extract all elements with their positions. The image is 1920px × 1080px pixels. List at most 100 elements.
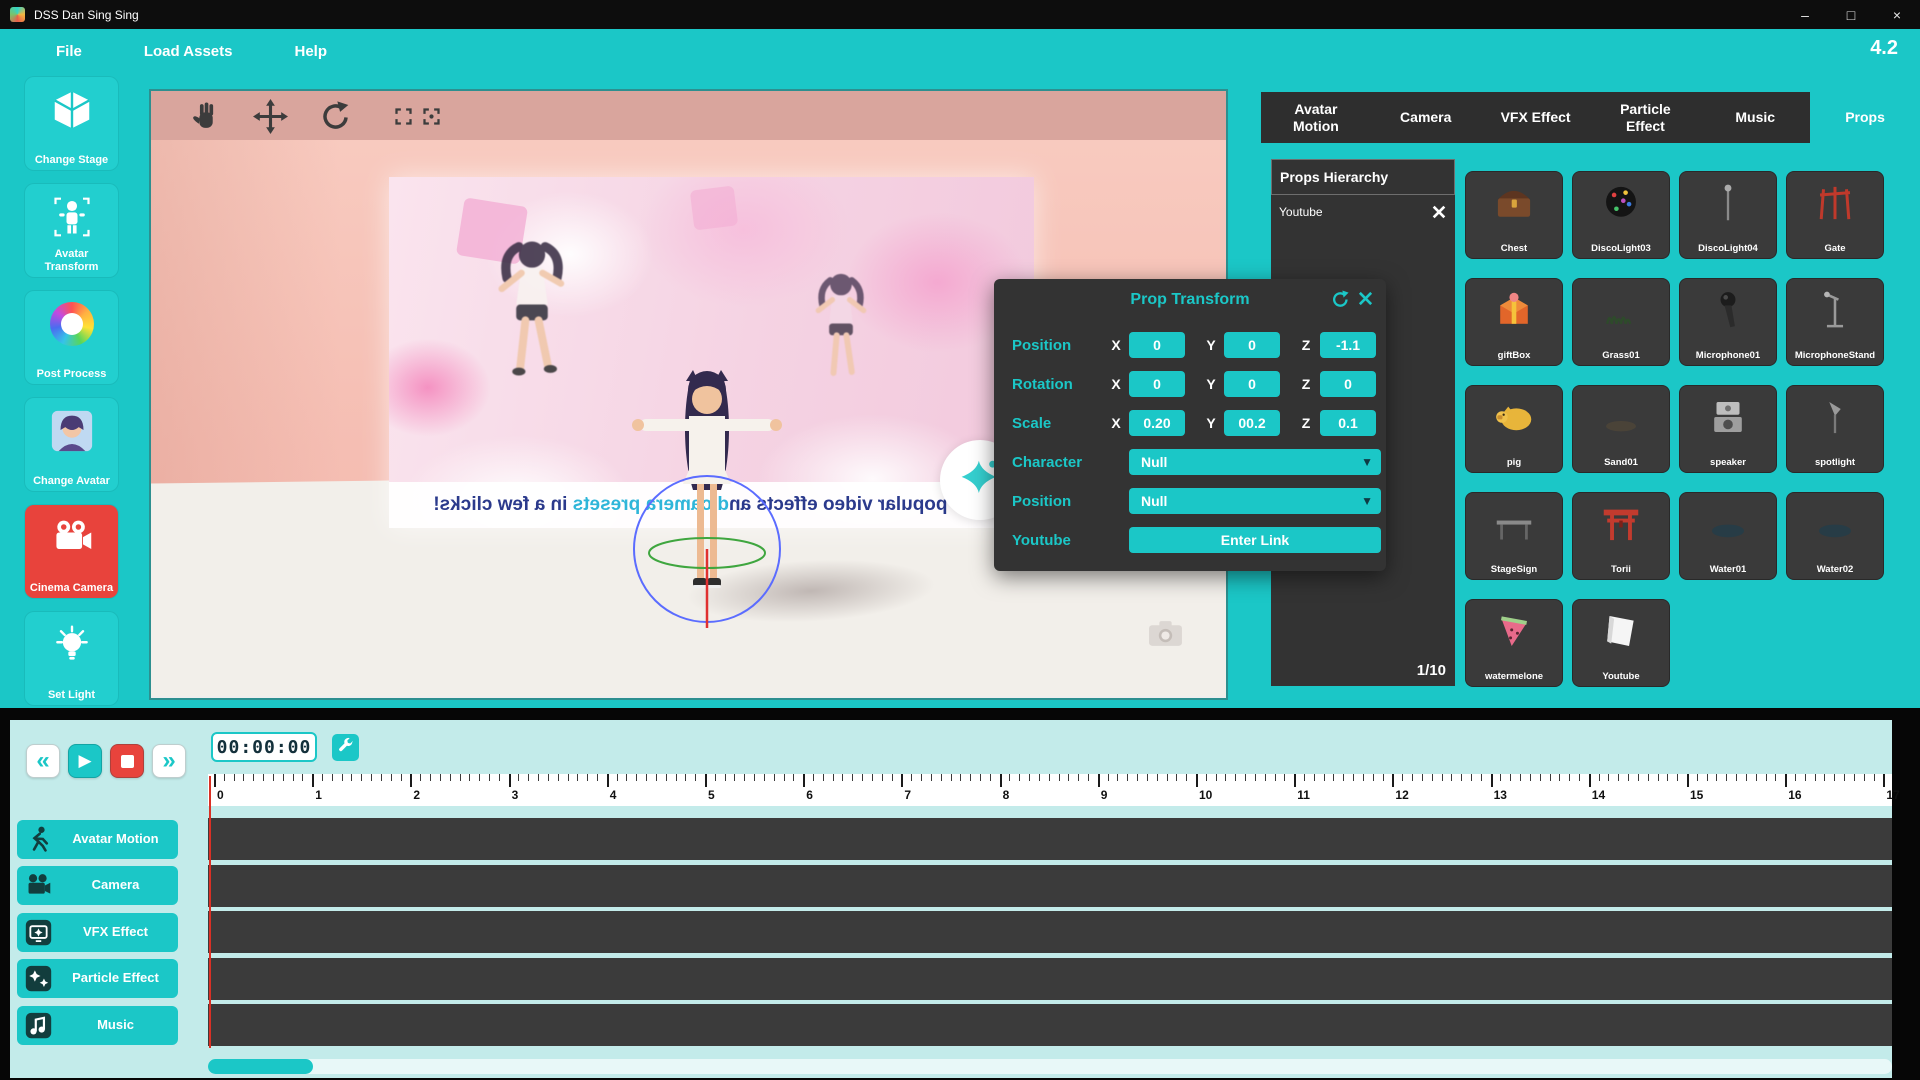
maximize-button[interactable]: □ [1828, 0, 1874, 29]
hierarchy-item-youtube[interactable]: Youtube [1271, 195, 1455, 220]
prop-tile-microphone01[interactable]: Microphone01 [1679, 278, 1777, 366]
menu-item-file[interactable]: File [56, 43, 82, 60]
timeline-scrollbar[interactable] [208, 1059, 1892, 1074]
giftbox-icon [1466, 281, 1562, 339]
prop-tile-torii[interactable]: Torii [1572, 492, 1670, 580]
scrollbar-thumb[interactable] [208, 1059, 313, 1074]
transform-input-rotation-y[interactable]: 0 [1224, 371, 1280, 397]
track-row-avatar-motion[interactable] [208, 818, 1892, 860]
close-button[interactable]: × [1874, 0, 1920, 29]
tab-avatar-motion[interactable]: Avatar Motion [1261, 92, 1371, 143]
move-icon[interactable] [252, 98, 288, 134]
transform-input-scale-y[interactable]: 00.2 [1224, 410, 1280, 436]
track-label-text: Music [59, 1018, 178, 1032]
playhead[interactable] [209, 776, 211, 1048]
track-row-music[interactable] [208, 1004, 1892, 1046]
sidebar-button-change-stage[interactable]: Change Stage [25, 77, 118, 170]
ruler-minor-tick [597, 774, 598, 781]
sidebar-button-change-avatar[interactable]: Change Avatar [25, 398, 118, 491]
tab-vfx-effect[interactable]: VFX Effect [1481, 92, 1591, 143]
snapshot-camera-icon[interactable] [1147, 618, 1184, 654]
track-label-text: VFX Effect [59, 925, 178, 939]
track-button-camera[interactable]: Camera [17, 866, 178, 905]
ruler-tick [1491, 774, 1493, 787]
transport-rewind-icon[interactable]: « [26, 744, 60, 778]
prop-tile-watermelone[interactable]: watermelone [1465, 599, 1563, 687]
ruler-minor-tick [1147, 774, 1148, 781]
timeline-settings-button[interactable] [332, 734, 359, 761]
prop-tile-sand01[interactable]: Sand01 [1572, 385, 1670, 473]
window-title: DSS Dan Sing Sing [34, 8, 139, 22]
track-button-avatar-motion[interactable]: Avatar Motion [17, 820, 178, 859]
transform-input-scale-x[interactable]: 0.20 [1129, 410, 1185, 436]
sidebar-button-post-process[interactable]: Post Process [25, 291, 118, 384]
transform-input-rotation-x[interactable]: 0 [1129, 371, 1185, 397]
ruler-minor-tick [1500, 774, 1501, 781]
transform-input-scale-z[interactable]: 0.1 [1320, 410, 1376, 436]
prop-tile-discolight03[interactable]: DiscoLight03 [1572, 171, 1670, 259]
ruler-tick [1883, 774, 1885, 787]
prop-tile-gate[interactable]: Gate [1786, 171, 1884, 259]
enter-link-button[interactable]: Enter Link [1129, 527, 1381, 553]
prop-tile-youtube[interactable]: Youtube [1572, 599, 1670, 687]
transform-input-rotation-z[interactable]: 0 [1320, 371, 1376, 397]
track-row-camera[interactable] [208, 865, 1892, 907]
prop-tile-speaker[interactable]: speaker [1679, 385, 1777, 473]
prop-tile-water02[interactable]: Water02 [1786, 492, 1884, 580]
ruler-number: 9 [1101, 788, 1108, 802]
timeline-ruler[interactable]: 01234567891011121314151617 [208, 774, 1892, 806]
position-dropdown[interactable]: Null ▼ [1129, 488, 1381, 514]
transform-input-position-x[interactable]: 0 [1129, 332, 1185, 358]
ruler-minor-tick [1775, 774, 1776, 781]
transform-input-position-y[interactable]: 0 [1224, 332, 1280, 358]
transport-stop-icon[interactable] [110, 744, 144, 778]
tab-camera[interactable]: Camera [1371, 92, 1481, 143]
minimize-button[interactable]: – [1782, 0, 1828, 29]
ruler-minor-tick [224, 774, 225, 781]
prop-tile-microphonestand[interactable]: MicrophoneStand [1786, 278, 1884, 366]
ruler-tick [1589, 774, 1591, 787]
tab-particle-effect[interactable]: Particle Effect [1590, 92, 1700, 143]
prop-tile-label: pig [1468, 458, 1560, 468]
ruler-tick [1392, 774, 1394, 787]
transport-forward-icon[interactable]: » [152, 744, 186, 778]
track-button-music[interactable]: Music [17, 1006, 178, 1045]
character-dropdown[interactable]: Null ▼ [1129, 449, 1381, 475]
hand-icon[interactable] [187, 98, 223, 134]
prop-tile-discolight04[interactable]: DiscoLight04 [1679, 171, 1777, 259]
track-button-particle-effect[interactable]: Particle Effect [17, 959, 178, 998]
track-label-text: Particle Effect [59, 971, 178, 985]
prop-tile-water01[interactable]: Water01 [1679, 492, 1777, 580]
close-icon[interactable] [1357, 290, 1374, 312]
menu-item-help[interactable]: Help [294, 43, 327, 60]
ruler-minor-tick [1176, 774, 1177, 781]
prop-tile-spotlight[interactable]: spotlight [1786, 385, 1884, 473]
transport-play-icon[interactable]: ▶ [68, 744, 102, 778]
track-button-vfx-effect[interactable]: VFX Effect [17, 913, 178, 952]
ruler-minor-tick [577, 774, 578, 781]
prop-tile-grass01[interactable]: Grass01 [1572, 278, 1670, 366]
prop-tile-stagesign[interactable]: StageSign [1465, 492, 1563, 580]
transform-input-position-z[interactable]: -1.1 [1320, 332, 1376, 358]
ruler-minor-tick [1716, 774, 1717, 781]
tab-props[interactable]: Props [1810, 92, 1920, 143]
ruler-number: 5 [708, 788, 715, 802]
frame-dot-icon[interactable] [413, 98, 449, 134]
sidebar-button-cinema-camera[interactable]: Cinema Camera [25, 505, 118, 598]
prop-tile-pig[interactable]: pig [1465, 385, 1563, 473]
prop-tile-giftbox[interactable]: giftBox [1465, 278, 1563, 366]
tab-music[interactable]: Music [1700, 92, 1810, 143]
ruler-minor-tick [666, 774, 667, 781]
track-row-vfx-effect[interactable] [208, 911, 1892, 953]
ruler-minor-tick [381, 774, 382, 781]
menu-item-load-assets[interactable]: Load Assets [144, 43, 233, 60]
rotate-icon[interactable] [317, 98, 353, 134]
track-row-particle-effect[interactable] [208, 958, 1892, 1000]
refresh-icon[interactable] [1331, 290, 1350, 314]
prop-tile-chest[interactable]: Chest [1465, 171, 1563, 259]
ruler-minor-tick [1284, 774, 1285, 781]
close-icon[interactable] [1429, 204, 1449, 220]
sidebar-button-set-light[interactable]: Set Light [25, 612, 118, 705]
avatar-character[interactable] [581, 320, 841, 655]
sidebar-button-avatar-transform[interactable]: Avatar Transform [25, 184, 118, 277]
